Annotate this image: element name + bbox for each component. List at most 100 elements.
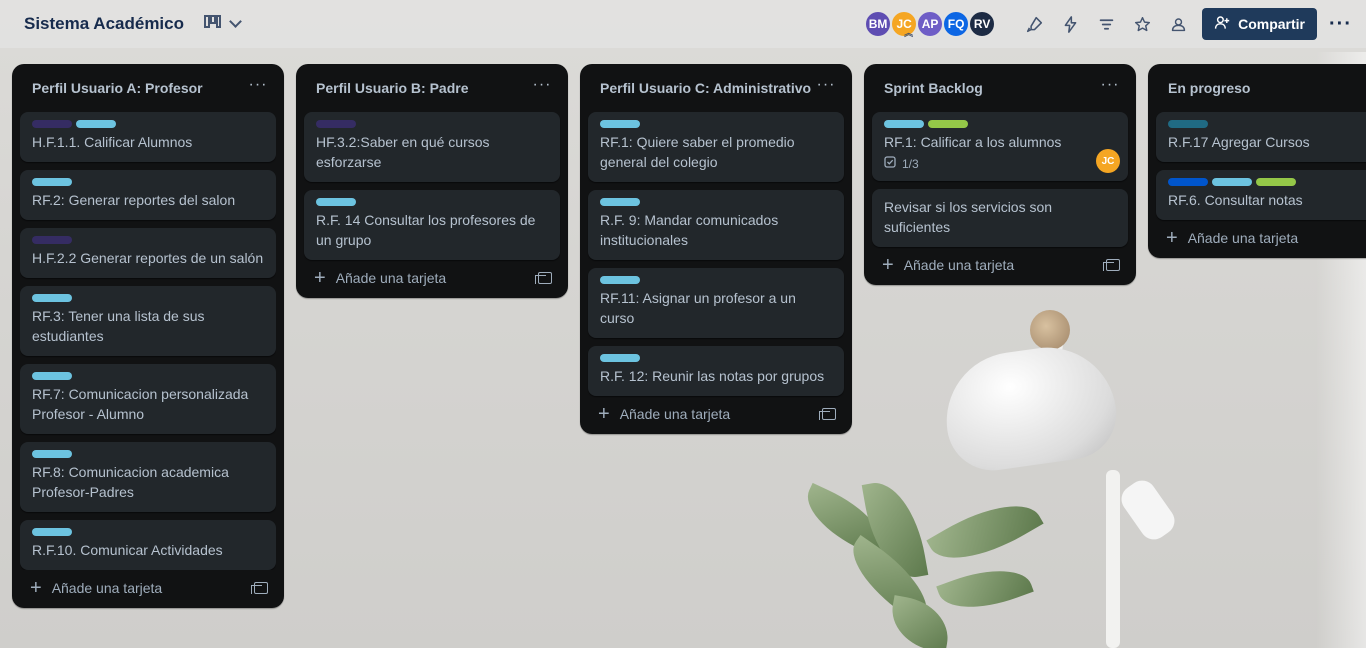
list-title[interactable]: En progreso bbox=[1168, 78, 1250, 98]
card-label-purple[interactable] bbox=[32, 120, 72, 128]
add-card-button[interactable]: + Añade una tarjeta bbox=[598, 404, 730, 424]
card-label-cyan[interactable] bbox=[76, 120, 116, 128]
card-label-cyan[interactable] bbox=[32, 372, 72, 380]
create-from-template-icon[interactable] bbox=[1103, 259, 1120, 271]
card-label-cyan[interactable] bbox=[316, 198, 356, 206]
add-person-icon bbox=[1214, 15, 1230, 34]
card-label-cyan[interactable] bbox=[884, 120, 924, 128]
create-from-template-icon[interactable] bbox=[535, 272, 552, 284]
admin-chevron-icon: ︽ bbox=[904, 28, 914, 38]
card[interactable]: RF.8: Comunicacion academica Profesor-Pa… bbox=[20, 442, 276, 512]
view-switcher[interactable] bbox=[204, 15, 242, 33]
card[interactable]: R.F. 9: Mandar comunicados institucional… bbox=[588, 190, 844, 260]
card[interactable]: H.F.2.2 Generar reportes de un salón bbox=[20, 228, 276, 278]
card-title: RF.6. Consultar notas bbox=[1168, 192, 1303, 208]
card[interactable]: RF.11: Asignar un profesor a un curso bbox=[588, 268, 844, 338]
create-from-template-icon[interactable] bbox=[251, 582, 268, 594]
add-card-label: Añade una tarjeta bbox=[335, 270, 447, 286]
card[interactable]: H.F.1.1. Calificar Alumnos bbox=[20, 112, 276, 162]
card-labels bbox=[32, 450, 264, 458]
card-label-cyan[interactable] bbox=[600, 198, 640, 206]
card[interactable]: RF.6. Consultar notas bbox=[1156, 170, 1366, 220]
list-header[interactable]: Sprint Backlog ··· bbox=[872, 72, 1128, 108]
add-card-button[interactable]: + Añade una tarjeta bbox=[30, 578, 162, 598]
list-title[interactable]: Perfil Usuario C: Administrativo bbox=[600, 78, 811, 98]
card[interactable]: RF.7: Comunicacion personalizada Profeso… bbox=[20, 364, 276, 434]
list-menu-icon[interactable]: ··· bbox=[528, 76, 556, 94]
list-header[interactable]: Perfil Usuario A: Profesor ··· bbox=[20, 72, 276, 108]
list-title[interactable]: Perfil Usuario A: Profesor bbox=[32, 78, 203, 98]
card-label-purple[interactable] bbox=[32, 236, 72, 244]
member-avatar[interactable]: RV bbox=[968, 10, 997, 38]
list-header[interactable]: Perfil Usuario B: Padre ··· bbox=[304, 72, 560, 108]
card-label-cyan[interactable] bbox=[600, 120, 640, 128]
member-avatar[interactable]: AP bbox=[916, 10, 945, 38]
card-labels bbox=[884, 120, 1116, 128]
card-title: RF.1: Calificar a los alumnos bbox=[884, 134, 1062, 150]
card-label-lime[interactable] bbox=[928, 120, 968, 128]
star-icon[interactable] bbox=[1124, 8, 1160, 40]
list-menu-icon[interactable]: ··· bbox=[1096, 76, 1124, 94]
card-label-purple[interactable] bbox=[316, 120, 356, 128]
card-label-cyan[interactable] bbox=[1212, 178, 1252, 186]
card[interactable]: Revisar si los servicios son suficientes bbox=[872, 189, 1128, 247]
board-view-icon bbox=[204, 15, 221, 33]
card-labels bbox=[316, 198, 548, 206]
card-label-cyan[interactable] bbox=[32, 528, 72, 536]
list-menu-icon[interactable]: ··· bbox=[244, 76, 272, 94]
card-label-cyan[interactable] bbox=[32, 178, 72, 186]
add-card-button[interactable]: + Añade una tarjeta bbox=[882, 254, 1014, 276]
card[interactable]: R.F.17 Agregar Cursos bbox=[1156, 112, 1366, 162]
list-title[interactable]: Sprint Backlog bbox=[884, 78, 983, 98]
board-members[interactable]: BM JC ︽ AP FQ RV bbox=[864, 10, 997, 38]
share-button-label: Compartir bbox=[1238, 16, 1306, 32]
card[interactable]: HF.3.2:Saber en qué cursos esforzarse bbox=[304, 112, 560, 182]
share-button[interactable]: Compartir bbox=[1202, 8, 1318, 40]
power-ups-icon[interactable] bbox=[1016, 8, 1052, 40]
add-card-button[interactable]: + Añade una tarjeta bbox=[1166, 228, 1299, 248]
card-label-cyan[interactable] bbox=[600, 354, 640, 362]
card-title: RF.8: Comunicacion academica Profesor-Pa… bbox=[32, 464, 229, 500]
card-title: R.F. 9: Mandar comunicados institucional… bbox=[600, 212, 779, 248]
card[interactable]: RF.1: Calificar a los alumnos 1/3 JC bbox=[872, 112, 1128, 181]
card[interactable]: RF.2: Generar reportes del salon bbox=[20, 170, 276, 220]
list-header[interactable]: En progreso··· bbox=[1156, 72, 1366, 108]
create-from-template-icon[interactable] bbox=[819, 408, 836, 420]
card-labels bbox=[32, 294, 264, 302]
card[interactable]: R.F. 12: Reunir las notas por grupos bbox=[588, 346, 844, 396]
card-labels bbox=[32, 178, 264, 186]
plus-icon: + bbox=[314, 267, 326, 289]
member-avatar[interactable]: JC ︽ bbox=[890, 10, 919, 38]
card-title: RF.1: Quiere saber el promedio general d… bbox=[600, 134, 795, 170]
filter-icon[interactable] bbox=[1088, 8, 1124, 40]
member-avatar[interactable]: BM bbox=[864, 10, 893, 38]
card-labels bbox=[32, 120, 264, 128]
plus-icon: + bbox=[882, 254, 894, 276]
card-member-avatar[interactable]: JC bbox=[1096, 149, 1120, 173]
card-label-lime[interactable] bbox=[1256, 178, 1296, 186]
card-label-teal[interactable] bbox=[1168, 120, 1208, 128]
card[interactable]: R.F. 14 Consultar los profesores de un g… bbox=[304, 190, 560, 260]
list-menu-icon[interactable]: ··· bbox=[812, 76, 840, 94]
more-options-icon[interactable]: ··· bbox=[1329, 13, 1352, 36]
list-header[interactable]: Perfil Usuario C: Administrativo ··· bbox=[588, 72, 844, 108]
automation-icon[interactable] bbox=[1052, 8, 1088, 40]
card-label-blue[interactable] bbox=[1168, 178, 1208, 186]
card-label-cyan[interactable] bbox=[600, 276, 640, 284]
card[interactable]: RF.3: Tener una lista de sus estudiantes bbox=[20, 286, 276, 356]
card[interactable]: R.F.10. Comunicar Actividades bbox=[20, 520, 276, 570]
add-card-button[interactable]: + Añade una tarjeta bbox=[314, 267, 447, 289]
list-5: En progreso··· R.F.17 Agregar Cursos RF.6.… bbox=[1148, 64, 1366, 258]
board-title[interactable]: Sistema Académico bbox=[24, 14, 184, 34]
card-labels bbox=[1168, 120, 1366, 128]
add-card-row: + Añade una tarjeta bbox=[20, 570, 276, 600]
list-1: Perfil Usuario A: Profesor ··· H.F.1.1. Ca… bbox=[12, 64, 284, 608]
board-header: Sistema Académico BM JC ︽ AP FQ RV Compartir bbox=[0, 0, 1366, 48]
card-label-cyan[interactable] bbox=[32, 450, 72, 458]
list-title[interactable]: Perfil Usuario B: Padre bbox=[316, 78, 469, 98]
add-card-label: Añade una tarjeta bbox=[1187, 230, 1299, 246]
card-label-cyan[interactable] bbox=[32, 294, 72, 302]
card[interactable]: RF.1: Quiere saber el promedio general d… bbox=[588, 112, 844, 182]
visibility-icon[interactable] bbox=[1160, 8, 1196, 40]
member-avatar[interactable]: FQ bbox=[942, 10, 971, 38]
